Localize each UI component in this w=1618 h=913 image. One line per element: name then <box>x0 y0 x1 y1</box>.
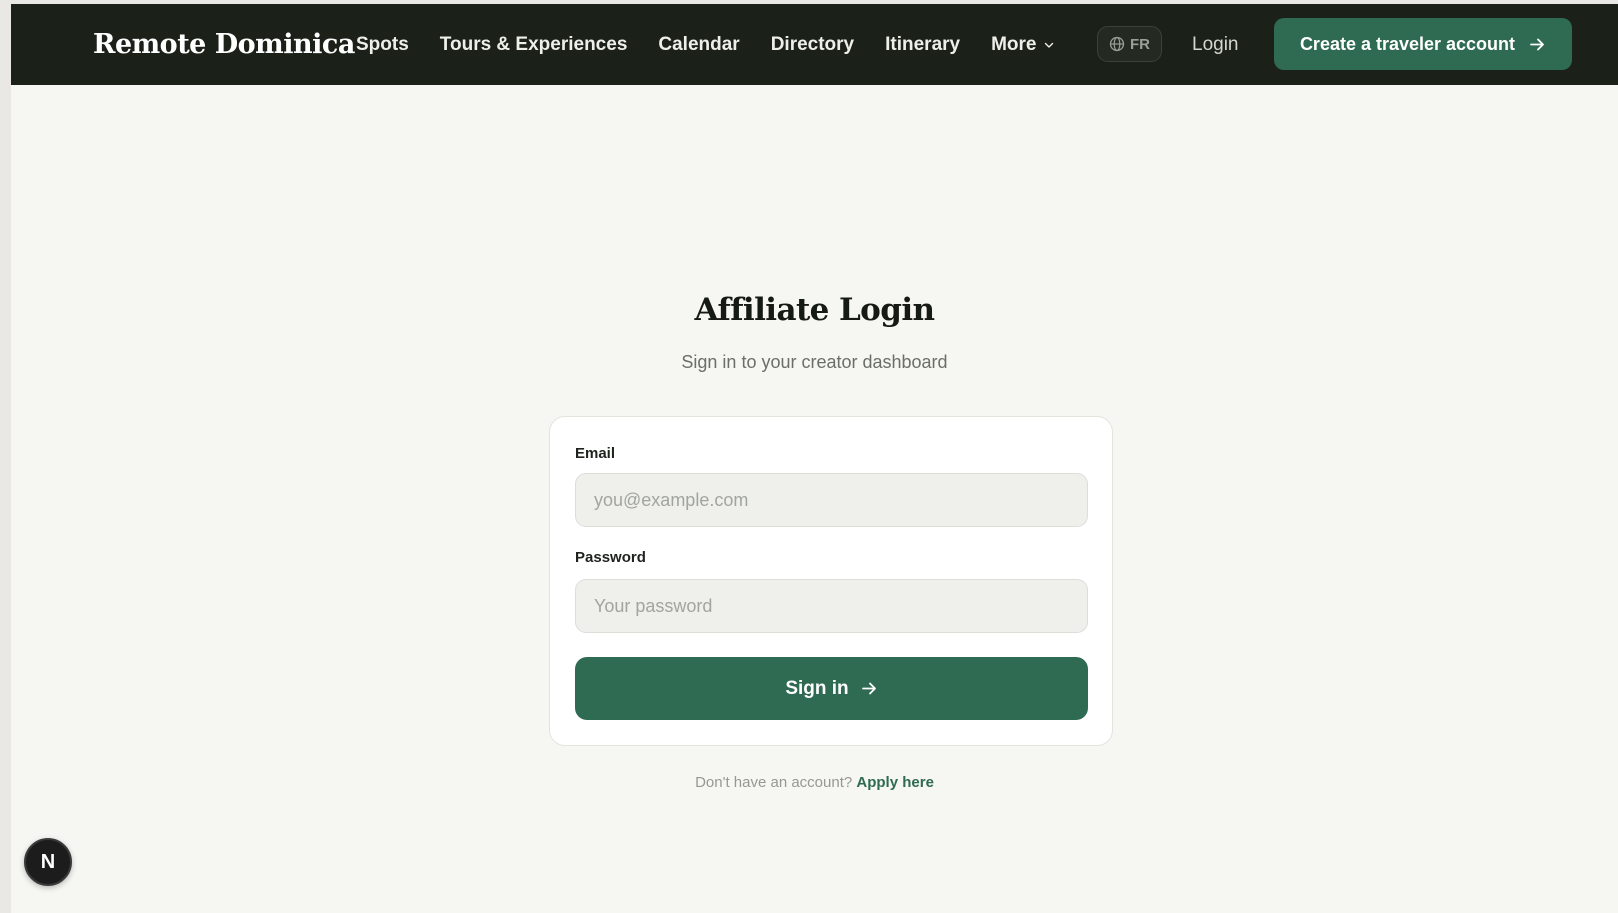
globe-icon <box>1109 36 1125 52</box>
nav-links: Spots Tours & Experiences Calendar Direc… <box>356 4 1085 85</box>
language-toggle[interactable]: FR <box>1097 26 1162 62</box>
email-label: Email <box>575 445 616 462</box>
page-title: Affiliate Login <box>694 292 936 328</box>
nav-link-calendar[interactable]: Calendar <box>658 34 739 56</box>
arrow-right-icon <box>1530 38 1544 50</box>
nav-link-itinerary[interactable]: Itinerary <box>885 34 960 56</box>
top-navbar: Remote Dominica Spots Tours & Experience… <box>11 4 1618 85</box>
password-field[interactable] <box>575 579 1088 633</box>
page-subtitle: Sign in to your creator dashboard <box>681 352 948 372</box>
email-field[interactable] <box>575 473 1088 527</box>
brand-logo[interactable]: Remote Dominica <box>93 4 355 85</box>
apply-here-link[interactable]: Apply here <box>856 774 934 791</box>
nav-more-dropdown[interactable]: More <box>991 34 1053 56</box>
password-label: Password <box>575 549 646 566</box>
nav-link-spots[interactable]: Spots <box>356 34 409 56</box>
signup-prompt: Don't have an account? Apply here <box>11 774 1618 791</box>
language-label: FR <box>1130 35 1150 53</box>
nav-link-tours[interactable]: Tours & Experiences <box>440 34 628 56</box>
sign-in-button[interactable]: Sign in <box>575 657 1088 720</box>
create-account-label: Create a traveler account <box>1299 33 1516 54</box>
nav-link-directory[interactable]: Directory <box>771 34 854 56</box>
arrow-right-icon <box>861 682 876 695</box>
sign-in-label: Sign in <box>785 677 849 699</box>
signup-prompt-text: Don't have an account? <box>695 774 853 791</box>
nav-more-label: More <box>991 33 1037 55</box>
dev-tools-badge[interactable]: N <box>24 838 72 886</box>
login-link[interactable]: Login <box>1192 4 1239 85</box>
login-card: Email Password Sign in <box>549 416 1113 746</box>
browser-viewport: Remote Dominica Spots Tours & Experience… <box>11 4 1618 913</box>
create-account-button[interactable]: Create a traveler account <box>1274 18 1572 70</box>
chevron-down-icon <box>1044 42 1053 48</box>
